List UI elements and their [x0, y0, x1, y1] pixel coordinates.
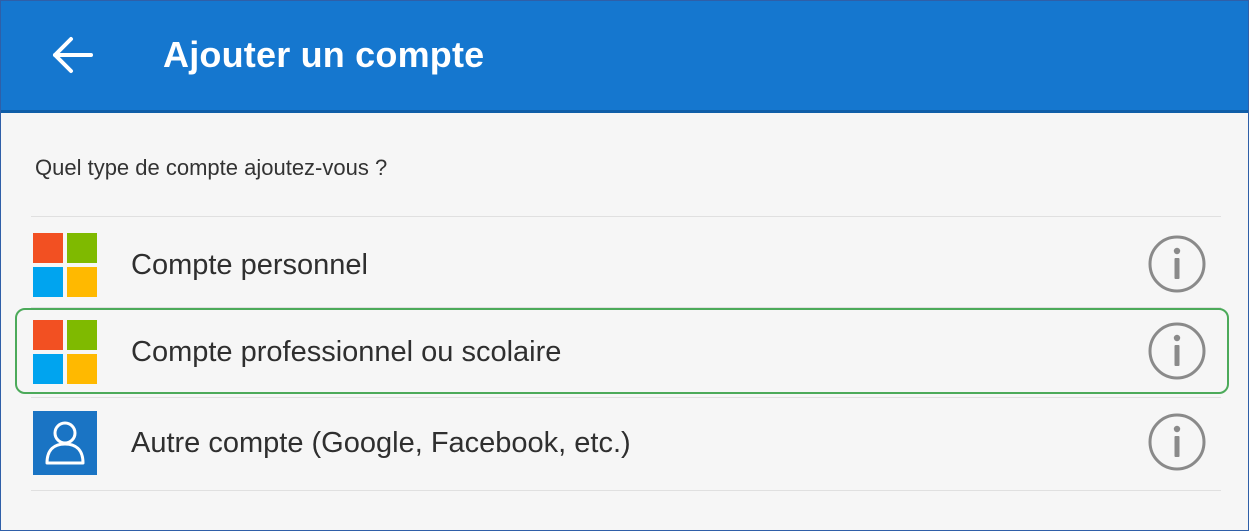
divider: [31, 490, 1221, 491]
person-icon: [33, 411, 97, 475]
account-type-question: Quel type de compte ajoutez-vous ?: [35, 155, 388, 180]
info-icon[interactable]: [1147, 412, 1207, 472]
account-option-label: Compte professionnel ou scolaire: [131, 336, 562, 368]
account-option-work-school[interactable]: Compte professionnel ou scolaire: [15, 308, 1229, 394]
divider: [31, 397, 1221, 398]
arrow-left-icon: [45, 29, 101, 81]
account-option-personal[interactable]: Compte personnel: [15, 221, 1229, 307]
add-account-screen: Ajouter un compte Quel type de compte aj…: [0, 0, 1249, 531]
page-title: Ajouter un compte: [163, 34, 485, 75]
microsoft-logo-icon: [33, 320, 97, 384]
account-option-other[interactable]: Autre compte (Google, Facebook, etc.): [15, 399, 1229, 485]
info-icon[interactable]: [1147, 321, 1207, 381]
back-button[interactable]: [45, 29, 101, 81]
microsoft-logo-icon: [33, 233, 97, 297]
account-option-label: Autre compte (Google, Facebook, etc.): [131, 427, 631, 459]
app-bar: Ajouter un compte: [1, 1, 1248, 113]
divider: [31, 216, 1221, 217]
account-option-label: Compte personnel: [131, 249, 368, 281]
info-icon[interactable]: [1147, 234, 1207, 294]
